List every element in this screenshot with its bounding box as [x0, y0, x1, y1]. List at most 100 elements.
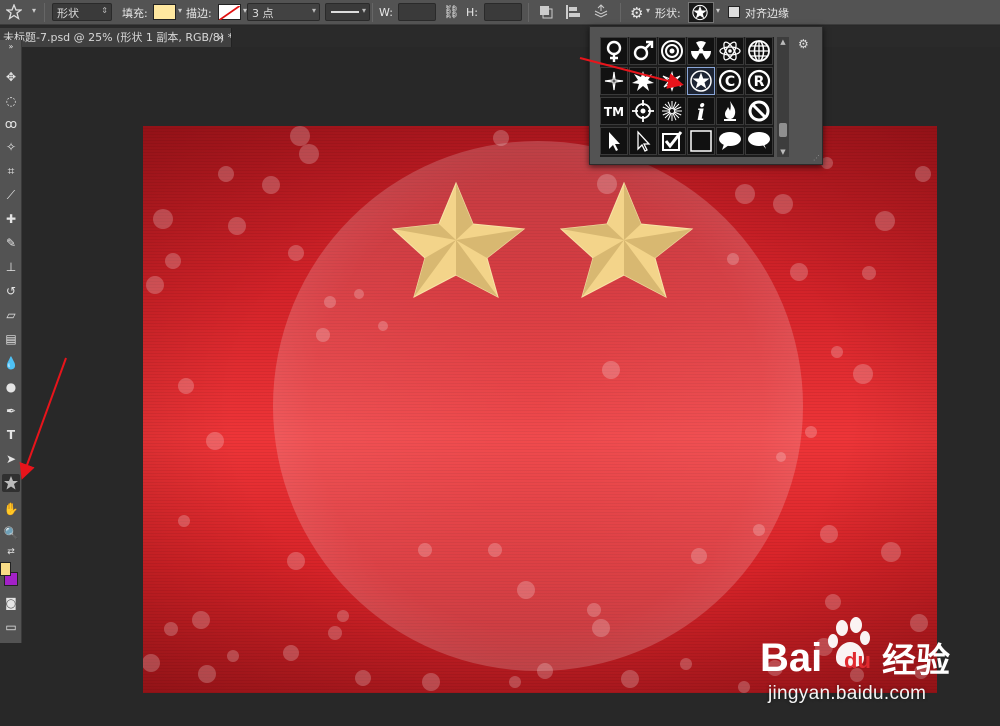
shape-pointer-arrow-icon[interactable] [600, 127, 628, 155]
shape-fire-icon[interactable] [716, 97, 744, 125]
eraser-tool-icon[interactable]: ▱ [2, 306, 20, 324]
path-alignment-icon[interactable] [565, 4, 581, 20]
width-label: W: [379, 6, 393, 19]
shape-copyright-icon[interactable]: C [716, 67, 744, 95]
dodge-tool-icon[interactable]: ● [2, 378, 20, 396]
tool-mode-select[interactable]: 形状 ⇕ [52, 3, 112, 21]
align-edges-checkbox[interactable] [728, 6, 740, 18]
swap-colors-icon[interactable]: ⇄ [2, 543, 20, 557]
shape-speech-bubble-icon[interactable] [716, 127, 744, 155]
height-field[interactable] [484, 3, 522, 21]
shape-radiation-icon[interactable] [687, 37, 715, 65]
shape-picker-chevron-down-icon[interactable]: ▾ [716, 6, 720, 15]
eyedropper-tool-icon[interactable]: ⟋ [2, 186, 20, 204]
move-tool-icon[interactable]: ✥ [2, 68, 20, 86]
photoshop-window: ▾ 形状 ⇕ 填充: ▾ 描边: ▾ 3 点 ▾ ▾ W: ⛓ H: ⚙ ▾ 形… [0, 0, 1000, 726]
resize-grip-icon[interactable]: ⋰ [813, 154, 820, 162]
stroke-label: 描边: [186, 6, 212, 20]
shape-female-sign-icon[interactable] [600, 37, 628, 65]
foreground-color-swatch[interactable] [0, 562, 11, 576]
divider [620, 3, 621, 22]
fill-label: 填充: [122, 6, 148, 20]
scrollbar-thumb[interactable] [779, 123, 787, 137]
brush-tool-icon[interactable]: ✎ [2, 234, 20, 252]
stroke-width-field[interactable]: 3 点 ▾ [247, 3, 320, 21]
shape-picker-button[interactable] [688, 2, 714, 23]
stroke-type-chevron-down-icon: ▾ [361, 6, 366, 15]
type-tool-icon[interactable]: T [2, 426, 20, 444]
divider [528, 3, 529, 22]
custom-shape-tool-icon[interactable] [2, 474, 20, 492]
marquee-tool-icon[interactable]: ◌ [2, 92, 20, 110]
shape-grid-scrollbar[interactable]: ▲ ▼ [777, 37, 789, 157]
shape-target-icon[interactable] [658, 37, 686, 65]
shape-pointer-outline-icon[interactable] [629, 127, 657, 155]
shape-splat-icon[interactable] [658, 67, 686, 95]
quick-mask-icon[interactable]: ◙ [2, 594, 20, 612]
panel-collapse-icon[interactable]: » [2, 42, 20, 52]
healing-brush-tool-icon[interactable]: ✚ [2, 210, 20, 228]
crop-tool-icon[interactable]: ⌗ [2, 162, 20, 180]
stroke-swatch-none[interactable] [218, 4, 241, 21]
shape-trademark-icon[interactable]: TM [600, 97, 628, 125]
fill-swatch[interactable] [153, 4, 176, 20]
stroke-type-select[interactable]: ▾ [325, 3, 370, 21]
options-bar: ▾ 形状 ⇕ 填充: ▾ 描边: ▾ 3 点 ▾ ▾ W: ⛓ H: ⚙ ▾ 形… [0, 0, 1000, 25]
document-canvas[interactable] [143, 126, 937, 693]
arrow-to-shape-tool [19, 357, 67, 480]
watermark-url: jingyan.baidu.com [768, 683, 927, 704]
picker-gear-icon[interactable]: ⚙ [798, 37, 809, 51]
history-brush-tool-icon[interactable]: ↺ [2, 282, 20, 300]
custom-shape-tool-preset-icon[interactable] [5, 3, 23, 21]
screen-mode-icon[interactable]: ▭ [2, 618, 20, 636]
hand-tool-icon[interactable]: ✋ [2, 500, 20, 518]
document-tab-bar: 未标题-7.psd @ 25% (形状 1 副本, RGB/8) * × [0, 26, 1000, 47]
shape-thought-bubble-icon[interactable] [745, 127, 773, 155]
shape-no-sign-icon[interactable] [745, 97, 773, 125]
gear-chevron-down-icon[interactable]: ▾ [646, 6, 650, 15]
gear-icon[interactable]: ⚙ [630, 0, 643, 25]
preset-chevron-down-icon[interactable]: ▾ [32, 6, 36, 15]
fill-chevron-down-icon[interactable]: ▾ [178, 6, 182, 15]
shape-square-icon[interactable] [687, 127, 715, 155]
clone-stamp-tool-icon[interactable]: ⊥ [2, 258, 20, 276]
link-dimensions-icon[interactable]: ⛓ [443, 0, 460, 25]
shape-sunburst-icon[interactable] [658, 97, 686, 125]
stroke-line-preview [331, 11, 359, 13]
pen-tool-icon[interactable]: ✒ [2, 402, 20, 420]
zoom-tool-icon[interactable]: 🔍 [2, 524, 20, 542]
path-arrangement-icon[interactable] [593, 4, 609, 20]
close-icon[interactable]: × [216, 28, 225, 47]
info-letter: i [697, 100, 705, 123]
shape-star-on-circle-icon[interactable] [687, 67, 715, 95]
magic-wand-tool-icon[interactable]: ✧ [2, 138, 20, 156]
shape-atom-icon[interactable] [716, 37, 744, 65]
document-tab-title: 未标题-7.psd @ 25% (形状 1 副本, RGB/8) * [3, 31, 232, 44]
stroke-width-chevron-down-icon: ▾ [311, 6, 316, 15]
shape-male-sign-icon[interactable] [629, 37, 657, 65]
blur-tool-icon[interactable]: 💧 [2, 354, 20, 372]
shape-compass-spark-icon[interactable] [600, 67, 628, 95]
gradient-tool-icon[interactable]: ▤ [2, 330, 20, 348]
path-selection-tool-icon[interactable]: ➤ [2, 450, 20, 468]
path-operations-icon[interactable] [538, 4, 554, 20]
star-shape-icon [692, 4, 708, 21]
shape-registered-icon[interactable]: R [745, 67, 773, 95]
shape-globe-icon[interactable] [745, 37, 773, 65]
width-field[interactable] [398, 3, 436, 21]
scroll-down-icon[interactable]: ▼ [777, 148, 789, 156]
shape-crosshair-icon[interactable] [629, 97, 657, 125]
document-tab[interactable]: 未标题-7.psd @ 25% (形状 1 副本, RGB/8) * × [0, 28, 232, 47]
shape-grid: C R TM i [600, 37, 774, 157]
stroke-width-value: 3 点 [252, 7, 274, 20]
shape-checkbox-check-icon[interactable] [658, 127, 686, 155]
tools-panel: » ✥ ◌ ꝏ ✧ ⌗ ⟋ ✚ ✎ ⊥ ↺ ▱ ▤ 💧 ● ✒ T ➤ ✋ 🔍 … [0, 40, 22, 643]
baidu-jingyan-logo: Bai du 经验 [760, 617, 950, 681]
select-arrows-icon: ⇕ [101, 6, 108, 15]
scroll-up-icon[interactable]: ▲ [777, 38, 789, 46]
lasso-tool-icon[interactable]: ꝏ [2, 115, 20, 133]
copyright-letter: C [725, 74, 735, 90]
shape-burst-icon[interactable] [629, 67, 657, 95]
trademark-text: TM [604, 105, 624, 119]
shape-info-icon[interactable]: i [687, 97, 715, 125]
